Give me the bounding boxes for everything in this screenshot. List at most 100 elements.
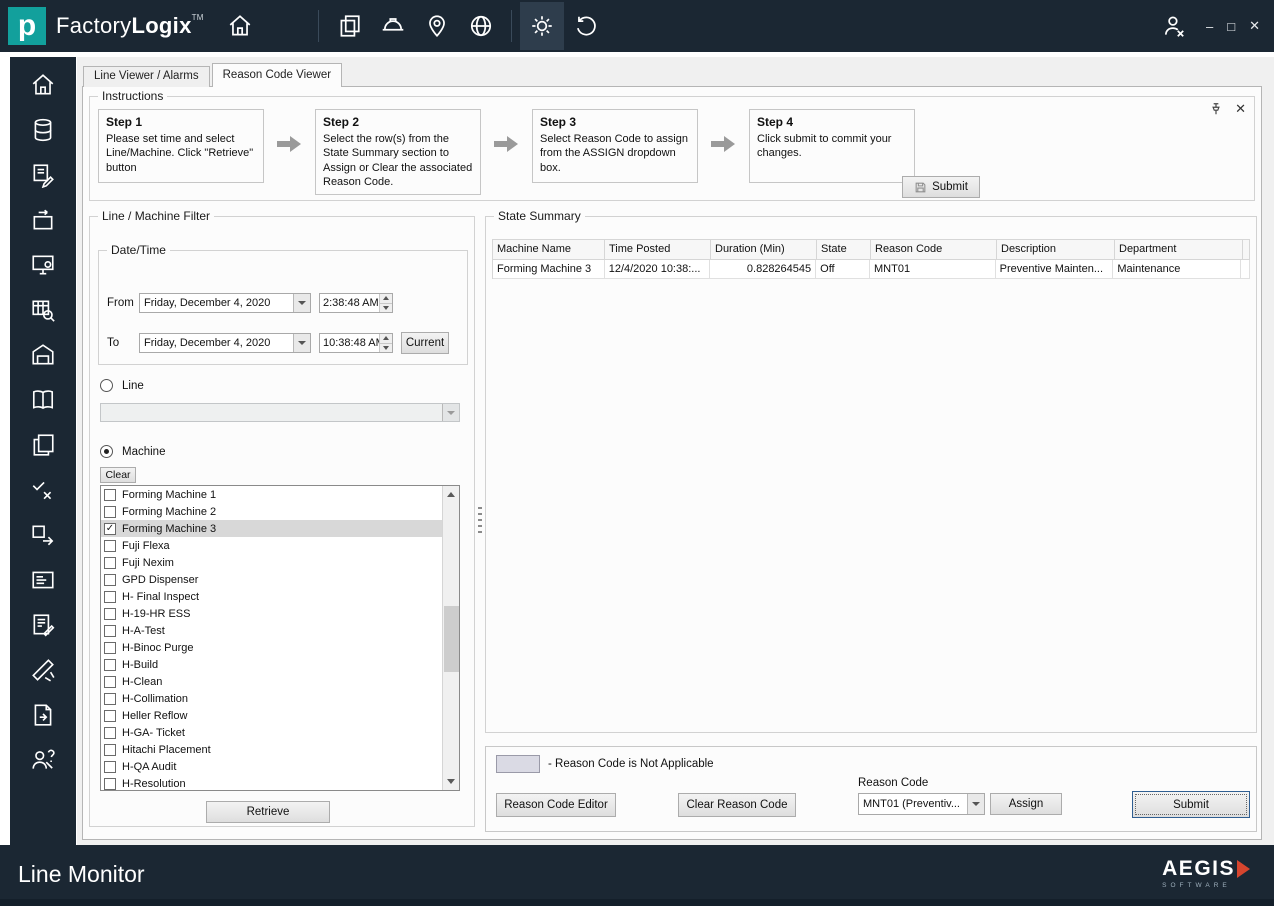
machine-list-item[interactable]: H-Build [101, 656, 443, 673]
machine-checkbox[interactable] [104, 625, 116, 637]
hardhat-icon[interactable] [371, 4, 415, 48]
machine-list-item[interactable]: H-Collimation [101, 690, 443, 707]
scroll-down-icon[interactable] [443, 773, 459, 790]
globe-icon[interactable] [459, 4, 503, 48]
state-summary-row[interactable]: Forming Machine 312/4/2020 10:38:...0.82… [493, 260, 1250, 279]
machine-checkbox[interactable] [104, 727, 116, 739]
close-icon[interactable]: ✕ [1235, 101, 1246, 117]
from-date-select[interactable]: Friday, December 4, 2020 [139, 293, 311, 313]
instructions-submit-button[interactable]: Submit [902, 176, 980, 198]
machine-list-item[interactable]: H-Clean [101, 673, 443, 690]
column-header[interactable]: Description [997, 240, 1115, 260]
tab-reason-code-viewer[interactable]: Reason Code Viewer [212, 63, 342, 87]
badge-card-icon[interactable] [29, 566, 57, 594]
home-icon[interactable] [218, 4, 262, 48]
support-user-icon[interactable] [29, 746, 57, 774]
submit-button[interactable]: Submit [1132, 791, 1250, 818]
pin-icon[interactable] [1209, 102, 1223, 116]
scrollbar-thumb[interactable] [444, 606, 459, 672]
machine-list-item[interactable]: H-Binoc Purge [101, 639, 443, 656]
changeover-icon[interactable] [29, 206, 57, 234]
chevron-down-icon[interactable] [293, 334, 310, 352]
chevron-down-icon[interactable] [293, 294, 310, 312]
machine-checkbox[interactable] [104, 778, 116, 790]
machine-list-item[interactable]: GPD Dispenser [101, 571, 443, 588]
assign-button[interactable]: Assign [990, 793, 1062, 815]
machine-list-item[interactable]: H- Final Inspect [101, 588, 443, 605]
machine-list-item[interactable]: Forming Machine 1 [101, 486, 443, 503]
maximize-button[interactable]: □ [1227, 19, 1235, 34]
machine-list-item[interactable]: Fuji Nexim [101, 554, 443, 571]
current-button[interactable]: Current [401, 332, 449, 354]
machine-checkbox[interactable] [104, 693, 116, 705]
spin-up-icon[interactable] [380, 334, 392, 343]
export-file-icon[interactable] [29, 701, 57, 729]
warehouse-icon[interactable] [29, 341, 57, 369]
column-header[interactable]: Duration (Min) [711, 240, 817, 260]
spin-up-icon[interactable] [380, 294, 392, 303]
history-icon[interactable] [564, 4, 608, 48]
quality-check-icon[interactable] [29, 476, 57, 504]
machine-checkbox[interactable] [104, 710, 116, 722]
machine-checkbox[interactable]: ✓ [104, 523, 116, 535]
retrieve-button[interactable]: Retrieve [206, 801, 330, 823]
templates-copy-icon[interactable] [29, 431, 57, 459]
tab-line-viewer-alarms[interactable]: Line Viewer / Alarms [83, 66, 210, 87]
production-database-icon[interactable] [29, 116, 57, 144]
line-radio[interactable] [100, 379, 113, 392]
pages-icon[interactable] [327, 4, 371, 48]
reason-code-select[interactable]: MNT01 (Preventiv... [858, 793, 985, 815]
machine-radio[interactable] [100, 445, 113, 458]
clear-button[interactable]: Clear [100, 467, 136, 483]
user-session-icon[interactable] [1152, 4, 1196, 48]
machine-checkbox[interactable] [104, 676, 116, 688]
machine-list-scrollbar[interactable] [442, 486, 459, 790]
machine-checkbox[interactable] [104, 557, 116, 569]
gear-icon[interactable] [520, 2, 564, 50]
machine-checkbox[interactable] [104, 489, 116, 501]
scroll-up-icon[interactable] [443, 486, 459, 503]
operator-station-icon[interactable] [29, 251, 57, 279]
machine-list-item[interactable]: H-Resolution [101, 775, 443, 791]
machine-list-item[interactable]: Hitachi Placement [101, 741, 443, 758]
machine-checkbox[interactable] [104, 506, 116, 518]
workflow-icon[interactable] [29, 161, 57, 189]
machine-list-item[interactable]: H-GA- Ticket [101, 724, 443, 741]
documentation-icon[interactable] [29, 386, 57, 414]
machine-checkbox[interactable] [104, 659, 116, 671]
machine-list-item[interactable]: H-QA Audit [101, 758, 443, 775]
machine-list-item[interactable]: Fuji Flexa [101, 537, 443, 554]
column-header[interactable]: State [817, 240, 871, 260]
material-transfer-icon[interactable] [29, 521, 57, 549]
minimize-button[interactable]: – [1206, 19, 1213, 34]
machine-checkbox[interactable] [104, 642, 116, 654]
to-time-spinner[interactable]: 10:38:48 AM [319, 333, 393, 353]
spin-down-icon[interactable] [380, 303, 392, 313]
home-icon[interactable] [29, 71, 57, 99]
data-query-icon[interactable] [29, 296, 57, 324]
machine-list-item[interactable]: H-19-HR ESS [101, 605, 443, 622]
panel-splitter[interactable] [478, 507, 482, 537]
machine-list-item[interactable]: H-A-Test [101, 622, 443, 639]
column-header[interactable]: Reason Code [871, 240, 997, 260]
machine-list-item[interactable]: ✓Forming Machine 3 [101, 520, 443, 537]
machine-checkbox[interactable] [104, 540, 116, 552]
report-edit-icon[interactable] [29, 611, 57, 639]
to-date-select[interactable]: Friday, December 4, 2020 [139, 333, 311, 353]
machine-checkbox[interactable] [104, 591, 116, 603]
close-button[interactable]: ✕ [1249, 18, 1260, 34]
machine-list-item[interactable]: Heller Reflow [101, 707, 443, 724]
from-time-spinner[interactable]: 2:38:48 AM [319, 293, 393, 313]
chevron-down-icon[interactable] [967, 794, 984, 814]
machine-checkbox[interactable] [104, 608, 116, 620]
clear-reason-code-button[interactable]: Clear Reason Code [678, 793, 796, 817]
column-header[interactable]: Time Posted [605, 240, 711, 260]
reason-code-editor-button[interactable]: Reason Code Editor [496, 793, 616, 817]
design-ruler-icon[interactable] [29, 656, 57, 684]
machine-checkbox[interactable] [104, 761, 116, 773]
column-header[interactable]: Machine Name [493, 240, 605, 260]
machine-checkbox[interactable] [104, 744, 116, 756]
spin-down-icon[interactable] [380, 343, 392, 353]
column-header[interactable]: Department [1115, 240, 1243, 260]
machine-checkbox[interactable] [104, 574, 116, 586]
